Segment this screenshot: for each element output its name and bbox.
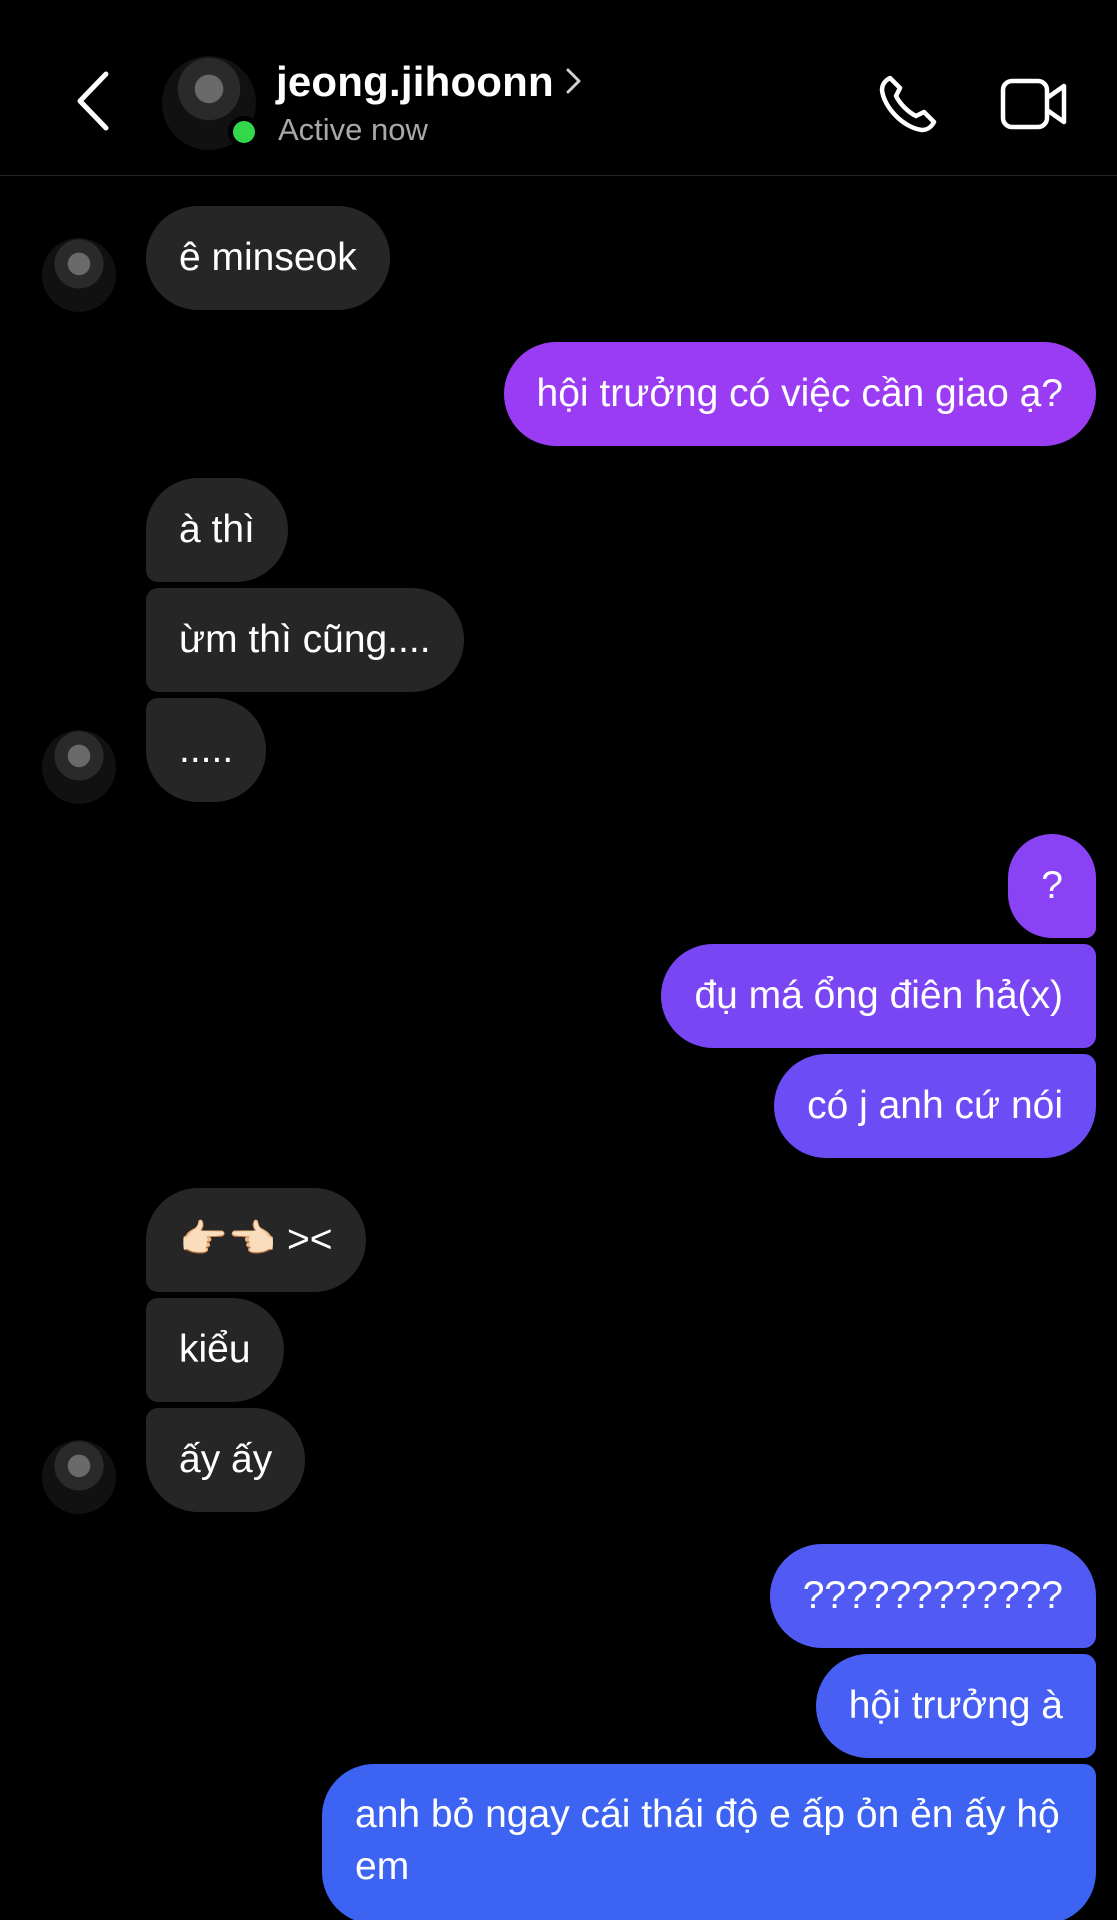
video-camera-icon[interactable] bbox=[1000, 76, 1068, 132]
incoming-message[interactable]: ấy ấy bbox=[146, 1408, 306, 1512]
chevron-right-icon[interactable] bbox=[562, 66, 586, 96]
outgoing-message[interactable]: ? bbox=[1008, 834, 1096, 938]
sender-avatar bbox=[42, 1440, 116, 1514]
outgoing-message[interactable]: có j anh cứ nói bbox=[774, 1054, 1096, 1158]
incoming-message[interactable]: à thì bbox=[146, 478, 288, 582]
outgoing-message[interactable]: hội trưởng có việc cần giao ạ? bbox=[503, 342, 1096, 446]
outgoing-message[interactable]: đụ má ổng điên hả(x) bbox=[661, 944, 1096, 1048]
incoming-message[interactable]: kiểu bbox=[146, 1298, 284, 1402]
sender-avatar bbox=[42, 730, 116, 804]
incoming-message[interactable]: ê minseok bbox=[146, 206, 390, 310]
contact-avatar[interactable] bbox=[162, 56, 260, 150]
outgoing-message[interactable]: ???????????? bbox=[769, 1544, 1096, 1648]
phone-icon[interactable] bbox=[876, 72, 940, 136]
incoming-message[interactable]: ..... bbox=[146, 698, 267, 802]
chat-header: jeong.jihoonn Active now bbox=[0, 0, 1117, 176]
outgoing-message[interactable]: anh bỏ ngay cái thái độ e ấp ỏn ẻn ấy hộ… bbox=[322, 1764, 1096, 1920]
incoming-message[interactable]: 👉🏻👈🏻 >< bbox=[146, 1188, 366, 1292]
incoming-message[interactable]: ừm thì cũng.... bbox=[146, 588, 464, 692]
active-status: Active now bbox=[278, 112, 428, 147]
back-chevron-icon[interactable] bbox=[70, 66, 126, 136]
online-indicator bbox=[228, 116, 260, 148]
contact-username[interactable]: jeong.jihoonn bbox=[276, 58, 554, 106]
sender-avatar bbox=[42, 238, 116, 312]
outgoing-message[interactable]: hội trưởng à bbox=[815, 1654, 1096, 1758]
